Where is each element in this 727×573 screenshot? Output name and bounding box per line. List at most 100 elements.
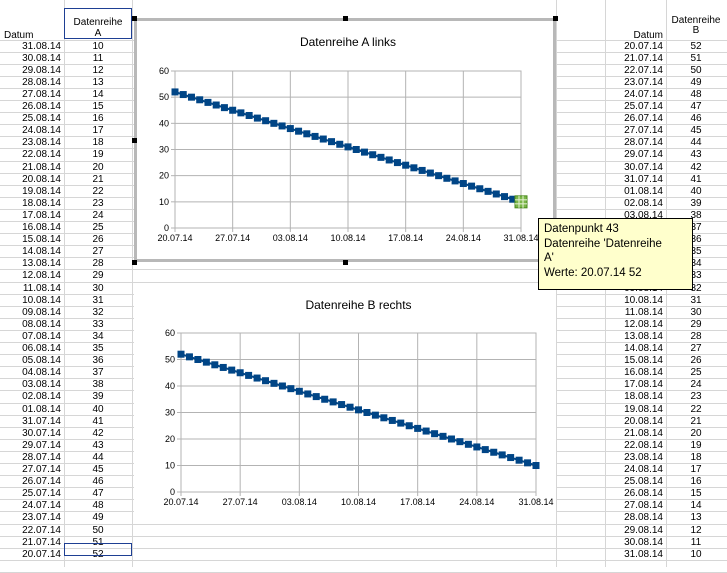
- date-cell[interactable]: 28.07.14: [604, 136, 665, 148]
- date-cell[interactable]: 25.08.14: [604, 475, 665, 487]
- date-cell[interactable]: 19.08.14: [604, 403, 665, 415]
- date-cell[interactable]: 10.08.14: [604, 294, 665, 306]
- value-cell[interactable]: 47: [666, 100, 726, 112]
- date-cell[interactable]: 20.07.14: [2, 548, 63, 560]
- date-cell[interactable]: 22.08.14: [2, 148, 63, 160]
- date-cell[interactable]: 23.08.14: [604, 451, 665, 463]
- value-cell[interactable]: 31: [666, 294, 726, 306]
- date-cell[interactable]: 27.08.14: [604, 499, 665, 511]
- value-cell[interactable]: 40: [64, 403, 132, 415]
- selection-handle-ml[interactable]: [132, 138, 137, 143]
- value-cell[interactable]: 45: [666, 124, 726, 136]
- value-cell[interactable]: 43: [64, 439, 132, 451]
- value-cell[interactable]: 38: [64, 378, 132, 390]
- value-cell[interactable]: 26: [64, 233, 132, 245]
- date-cell[interactable]: 01.08.14: [2, 403, 63, 415]
- left-header-series-cell[interactable]: Datenreihe A: [64, 8, 132, 39]
- date-cell[interactable]: 12.08.14: [604, 318, 665, 330]
- selection-handle-tl[interactable]: [132, 16, 137, 21]
- value-cell[interactable]: 33: [64, 318, 132, 330]
- date-cell[interactable]: 20.08.14: [2, 173, 63, 185]
- date-cell[interactable]: 28.08.14: [604, 511, 665, 523]
- value-cell[interactable]: 30: [64, 282, 132, 294]
- value-cell[interactable]: 46: [666, 112, 726, 124]
- date-cell[interactable]: 27.07.14: [604, 124, 665, 136]
- value-cell[interactable]: 29: [64, 269, 132, 281]
- date-cell[interactable]: 17.08.14: [2, 209, 63, 221]
- date-cell[interactable]: 31.08.14: [604, 548, 665, 560]
- value-cell[interactable]: 15: [666, 487, 726, 499]
- date-cell[interactable]: 22.07.14: [604, 64, 665, 76]
- value-cell[interactable]: 36: [64, 354, 132, 366]
- date-cell[interactable]: 23.08.14: [2, 136, 63, 148]
- date-cell[interactable]: 30.08.14: [2, 52, 63, 64]
- date-cell[interactable]: 18.08.14: [604, 390, 665, 402]
- date-cell[interactable]: 05.08.14: [2, 354, 63, 366]
- value-cell[interactable]: 12: [666, 524, 726, 536]
- value-cell[interactable]: 49: [666, 76, 726, 88]
- date-cell[interactable]: 31.07.14: [604, 173, 665, 185]
- value-cell[interactable]: 16: [64, 112, 132, 124]
- value-cell[interactable]: 19: [64, 148, 132, 160]
- value-cell[interactable]: 10: [64, 40, 132, 52]
- date-cell[interactable]: 15.08.14: [604, 354, 665, 366]
- date-cell[interactable]: 29.08.14: [2, 64, 63, 76]
- date-cell[interactable]: 30.07.14: [2, 427, 63, 439]
- value-cell[interactable]: 14: [666, 499, 726, 511]
- value-cell[interactable]: 11: [666, 536, 726, 548]
- value-cell[interactable]: 20: [64, 161, 132, 173]
- value-cell[interactable]: 21: [64, 173, 132, 185]
- chart-a[interactable]: Datenreihe A links 0 10 20 30 40 50 60 20.07.14 2…: [134, 18, 556, 262]
- value-cell[interactable]: 34: [64, 330, 132, 342]
- date-cell[interactable]: 24.08.14: [604, 463, 665, 475]
- value-cell[interactable]: 42: [666, 161, 726, 173]
- date-cell[interactable]: 31.08.14: [2, 40, 63, 52]
- date-cell[interactable]: 24.07.14: [604, 88, 665, 100]
- value-cell[interactable]: 41: [64, 415, 132, 427]
- value-cell[interactable]: 13: [666, 511, 726, 523]
- value-cell[interactable]: 24: [64, 209, 132, 221]
- date-cell[interactable]: 08.08.14: [2, 318, 63, 330]
- selection-handle-tm[interactable]: [343, 16, 348, 21]
- date-cell[interactable]: 26.08.14: [2, 100, 63, 112]
- date-cell[interactable]: 25.08.14: [2, 112, 63, 124]
- date-cell[interactable]: 23.07.14: [2, 511, 63, 523]
- value-cell[interactable]: 18: [64, 136, 132, 148]
- date-cell[interactable]: 21.08.14: [604, 427, 665, 439]
- value-cell[interactable]: 28: [666, 330, 726, 342]
- date-cell[interactable]: 21.08.14: [2, 161, 63, 173]
- value-cell[interactable]: 11: [64, 52, 132, 64]
- value-cell[interactable]: 50: [64, 524, 132, 536]
- date-cell[interactable]: 24.08.14: [2, 124, 63, 136]
- selection-handle-bm[interactable]: [343, 260, 348, 265]
- date-cell[interactable]: 11.08.14: [2, 282, 63, 294]
- value-cell[interactable]: 12: [64, 64, 132, 76]
- date-cell[interactable]: 02.08.14: [604, 197, 665, 209]
- value-cell[interactable]: 27: [666, 342, 726, 354]
- date-cell[interactable]: 18.08.14: [2, 197, 63, 209]
- date-cell[interactable]: 27.08.14: [2, 88, 63, 100]
- date-cell[interactable]: 03.08.14: [2, 378, 63, 390]
- selected-cell[interactable]: [64, 543, 132, 556]
- value-cell[interactable]: 24: [666, 378, 726, 390]
- date-cell[interactable]: 06.08.14: [2, 342, 63, 354]
- date-cell[interactable]: 13.08.14: [2, 257, 63, 269]
- date-cell[interactable]: 21.07.14: [2, 536, 63, 548]
- value-cell[interactable]: 23: [666, 390, 726, 402]
- value-cell[interactable]: 25: [666, 366, 726, 378]
- selection-handle-tr[interactable]: [553, 16, 558, 21]
- date-cell[interactable]: 29.07.14: [604, 148, 665, 160]
- value-cell[interactable]: 44: [64, 451, 132, 463]
- date-cell[interactable]: 11.08.14: [604, 306, 665, 318]
- date-cell[interactable]: 09.08.14: [2, 306, 63, 318]
- date-cell[interactable]: 26.08.14: [604, 487, 665, 499]
- value-cell[interactable]: 20: [666, 427, 726, 439]
- date-cell[interactable]: 14.08.14: [604, 342, 665, 354]
- value-cell[interactable]: 51: [666, 52, 726, 64]
- date-cell[interactable]: 22.08.14: [604, 439, 665, 451]
- date-cell[interactable]: 27.07.14: [2, 463, 63, 475]
- date-cell[interactable]: 19.08.14: [2, 185, 63, 197]
- date-cell[interactable]: 23.07.14: [604, 76, 665, 88]
- date-cell[interactable]: 16.08.14: [2, 221, 63, 233]
- date-cell[interactable]: 25.07.14: [2, 487, 63, 499]
